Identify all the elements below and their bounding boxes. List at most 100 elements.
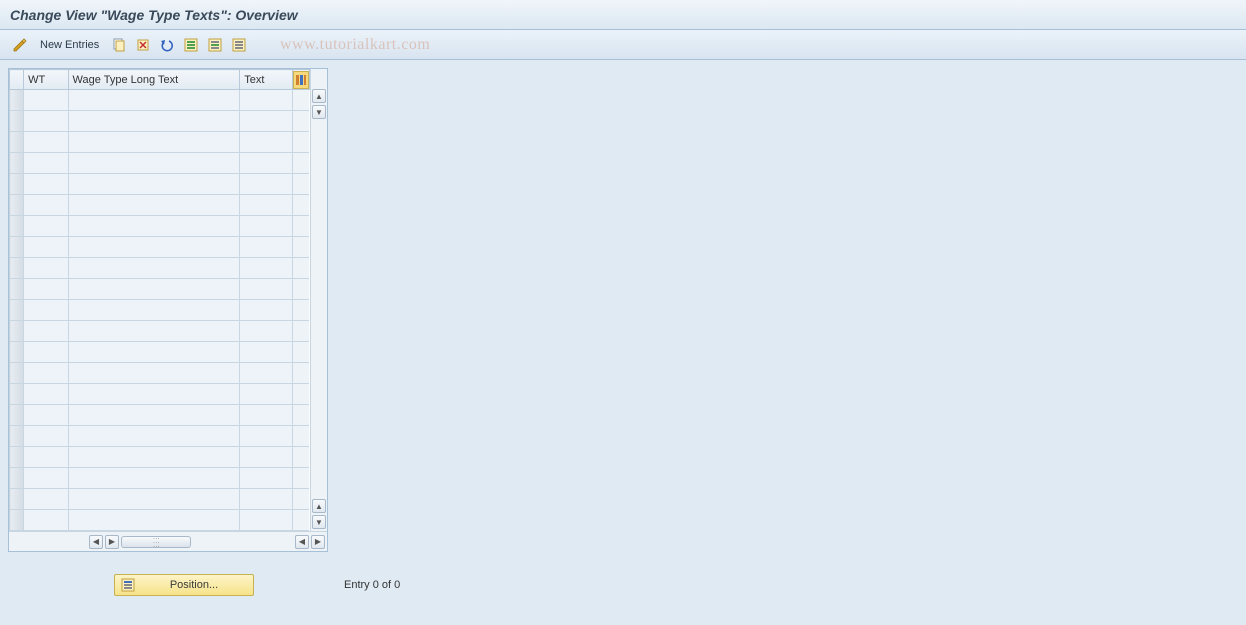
cell-long-text[interactable] [68,426,240,447]
vertical-scrollbar[interactable]: ▲ ▼ ▲ ▼ [310,69,327,531]
position-button[interactable]: Position... [114,574,254,596]
table-row[interactable] [10,426,310,447]
column-header-long-text[interactable]: Wage Type Long Text [68,70,240,90]
scroll-right-end-icon[interactable]: ▶ [311,535,325,549]
cell-wt[interactable] [24,447,68,468]
cell-long-text[interactable] [68,111,240,132]
cell-wt[interactable] [24,426,68,447]
row-selector[interactable] [10,216,24,237]
cell-long-text[interactable] [68,132,240,153]
cell-wt[interactable] [24,90,68,111]
scroll-down-icon[interactable]: ▼ [312,105,326,119]
row-selector[interactable] [10,132,24,153]
deselect-all-icon[interactable] [229,35,249,55]
toggle-display-change-icon[interactable] [10,35,30,55]
cell-wt[interactable] [24,258,68,279]
row-selector[interactable] [10,237,24,258]
new-entries-button[interactable]: New Entries [34,35,105,55]
delete-icon[interactable] [133,35,153,55]
cell-wt[interactable] [24,279,68,300]
scroll-right-icon[interactable]: ▶ [105,535,119,549]
cell-wt[interactable] [24,174,68,195]
row-selector[interactable] [10,153,24,174]
cell-long-text[interactable] [68,195,240,216]
scroll-up-icon[interactable]: ▲ [312,89,326,103]
table-row[interactable] [10,195,310,216]
table-row[interactable] [10,363,310,384]
cell-wt[interactable] [24,489,68,510]
select-all-icon[interactable] [181,35,201,55]
table-row[interactable] [10,489,310,510]
cell-text[interactable] [240,510,293,531]
cell-long-text[interactable] [68,363,240,384]
cell-wt[interactable] [24,195,68,216]
cell-long-text[interactable] [68,384,240,405]
cell-text[interactable] [240,384,293,405]
cell-text[interactable] [240,405,293,426]
row-selector[interactable] [10,258,24,279]
scroll-left-end-icon[interactable]: ◀ [295,535,309,549]
cell-long-text[interactable] [68,342,240,363]
cell-text[interactable] [240,195,293,216]
row-selector[interactable] [10,468,24,489]
row-selector[interactable] [10,384,24,405]
row-selector[interactable] [10,279,24,300]
cell-long-text[interactable] [68,258,240,279]
column-header-text[interactable]: Text [240,70,293,90]
row-selector[interactable] [10,174,24,195]
cell-long-text[interactable] [68,90,240,111]
cell-long-text[interactable] [68,153,240,174]
cell-long-text[interactable] [68,405,240,426]
cell-wt[interactable] [24,111,68,132]
scroll-thumb[interactable] [121,536,191,548]
table-row[interactable] [10,111,310,132]
table-row[interactable] [10,321,310,342]
table-row[interactable] [10,174,310,195]
cell-long-text[interactable] [68,447,240,468]
table-row[interactable] [10,342,310,363]
cell-text[interactable] [240,111,293,132]
cell-long-text[interactable] [68,468,240,489]
cell-long-text[interactable] [68,237,240,258]
row-selector[interactable] [10,426,24,447]
cell-text[interactable] [240,321,293,342]
cell-wt[interactable] [24,384,68,405]
row-selector[interactable] [10,195,24,216]
cell-text[interactable] [240,300,293,321]
cell-long-text[interactable] [68,279,240,300]
undo-icon[interactable] [157,35,177,55]
table-row[interactable] [10,384,310,405]
cell-text[interactable] [240,153,293,174]
cell-text[interactable] [240,468,293,489]
cell-text[interactable] [240,447,293,468]
horizontal-scrollbar[interactable]: ◀ ▶ ◀ ▶ [9,531,327,551]
cell-long-text[interactable] [68,510,240,531]
cell-text[interactable] [240,237,293,258]
table-row[interactable] [10,468,310,489]
cell-text[interactable] [240,258,293,279]
row-selector[interactable] [10,342,24,363]
cell-wt[interactable] [24,237,68,258]
row-selector[interactable] [10,510,24,531]
table-row[interactable] [10,258,310,279]
cell-wt[interactable] [24,342,68,363]
cell-wt[interactable] [24,510,68,531]
row-selector-header[interactable] [10,70,24,90]
row-selector[interactable] [10,447,24,468]
table-row[interactable] [10,132,310,153]
cell-wt[interactable] [24,468,68,489]
row-selector[interactable] [10,489,24,510]
scroll-up-bottom-icon[interactable]: ▲ [312,499,326,513]
cell-text[interactable] [240,489,293,510]
scroll-left-icon[interactable]: ◀ [89,535,103,549]
table-row[interactable] [10,90,310,111]
row-selector[interactable] [10,321,24,342]
cell-wt[interactable] [24,300,68,321]
cell-text[interactable] [240,342,293,363]
cell-long-text[interactable] [68,321,240,342]
copy-icon[interactable] [109,35,129,55]
table-row[interactable] [10,510,310,531]
cell-wt[interactable] [24,405,68,426]
cell-text[interactable] [240,279,293,300]
cell-wt[interactable] [24,153,68,174]
